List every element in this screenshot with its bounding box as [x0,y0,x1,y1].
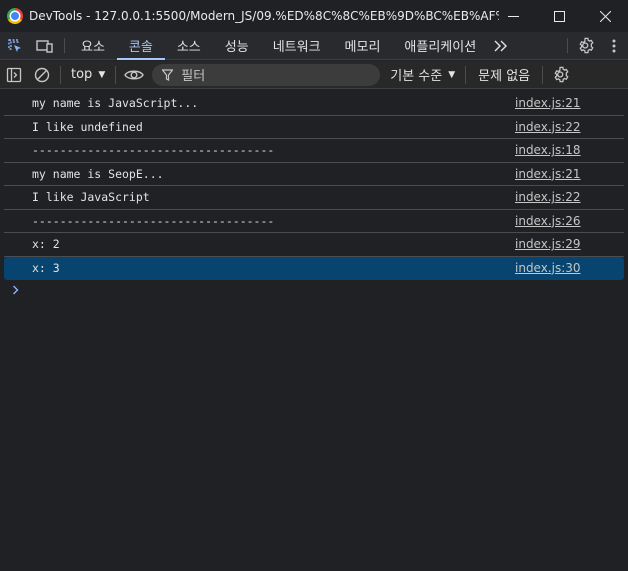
toolbar-divider [542,65,544,84]
console-settings-icon [554,66,569,83]
maximize-icon [553,10,565,22]
tab-label: 메모리 [344,40,381,55]
clear-console-icon [34,67,50,82]
caret-down-icon: ▼ [98,69,106,80]
tab-strip-divider [64,38,65,53]
toolbar-divider [60,65,61,84]
console-toolbar: top ▼ 필터 기본 수준 ▼ 문제 없음 [0,61,628,89]
caret-down-icon: ▼ [448,69,456,80]
source-link[interactable]: index.js:21 [515,96,595,110]
toolbar-divider [465,65,467,84]
close-button[interactable] [582,0,628,32]
source-link[interactable]: index.js:22 [515,120,595,134]
context-label: top [71,67,93,82]
inspect-element-button[interactable] [0,32,30,59]
source-link[interactable]: index.js:18 [515,143,595,157]
device-toolbar-icon [36,39,53,53]
source-link[interactable]: index.js:22 [515,190,595,204]
tab-label: 콘솔 [128,40,153,55]
tab-strip-divider [567,38,568,53]
devtools-tab-strip: 요소 콘솔 소스 성능 네트워크 메모리 애플리케이션 [0,32,628,60]
prompt-chevron-icon [13,285,19,295]
filter-input[interactable]: 필터 [152,63,381,86]
tab-sources[interactable]: 소스 [165,32,213,59]
toolbar-divider [115,65,117,84]
more-options-button[interactable] [600,32,628,59]
filter-icon [162,68,174,81]
maximize-button[interactable] [536,0,582,32]
tab-label: 요소 [81,40,105,55]
log-levels-dropdown[interactable]: 기본 수준 ▼ [390,65,455,84]
more-tabs-icon [494,40,508,51]
tab-application[interactable]: 애플리케이션 [392,32,488,59]
filter-placeholder: 필터 [181,69,206,84]
device-toolbar-button[interactable] [30,32,60,59]
tab-label: 애플리케이션 [404,40,477,55]
settings-icon [578,37,594,54]
inspect-element-icon [8,38,21,52]
minimize-button[interactable] [490,0,536,32]
levels-label: 기본 수준 [390,69,443,84]
source-link[interactable]: index.js:21 [515,167,595,181]
chrome-icon [7,8,23,24]
source-link[interactable]: index.js:29 [515,237,595,251]
clear-console-button[interactable] [28,61,56,89]
context-selector[interactable]: top ▼ [65,67,111,82]
console-settings-button[interactable] [547,61,575,89]
console-messages: my name is JavaScript... index.js:21 I l… [0,92,628,280]
settings-button[interactable] [572,32,600,59]
source-link[interactable]: index.js:30 [515,261,595,275]
window-title-bar: DevTools - 127.0.0.1:5500/Modern_JS/09.%… [0,0,628,32]
console-message[interactable]: my name is SeopE... index.js:21 [4,163,624,186]
tab-label: 네트워크 [272,40,321,55]
console-message-selected[interactable]: x: 3 index.js:30 [4,256,624,280]
console-message[interactable]: ----------------------------------- inde… [4,139,624,163]
tab-strip-actions [563,32,628,59]
tab-performance[interactable]: 성능 [213,32,261,59]
close-icon [599,10,611,22]
console-message[interactable]: I like undefined index.js:22 [4,116,624,139]
window-title: DevTools - 127.0.0.1:5500/Modern_JS/09.%… [29,9,499,23]
tab-network[interactable]: 네트워크 [261,32,333,59]
tab-console[interactable]: 콘솔 [116,32,165,60]
live-expression-eye-icon [124,70,145,79]
issues-counter[interactable]: 문제 없음 [470,65,538,84]
tab-label: 성능 [224,40,249,55]
console-message[interactable]: my name is JavaScript... index.js:21 [4,92,624,116]
source-link[interactable]: index.js:26 [515,214,595,228]
console-prompt[interactable] [12,284,20,299]
tab-label: 소스 [176,40,201,55]
console-message[interactable]: I like JavaScript index.js:22 [4,186,624,210]
tab-memory[interactable]: 메모리 [333,32,393,59]
kebab-menu-icon [612,39,616,52]
show-sidebar-button[interactable] [0,61,28,89]
console-message[interactable]: x: 2 index.js:29 [4,233,624,257]
more-tabs-button[interactable] [488,32,514,59]
window-controls [490,0,628,32]
sidebar-toggle-icon [6,67,22,82]
minimize-icon [507,15,519,17]
tab-elements[interactable]: 요소 [69,32,117,59]
console-message[interactable]: ----------------------------------- inde… [4,210,624,233]
live-expression-button[interactable] [120,61,148,89]
